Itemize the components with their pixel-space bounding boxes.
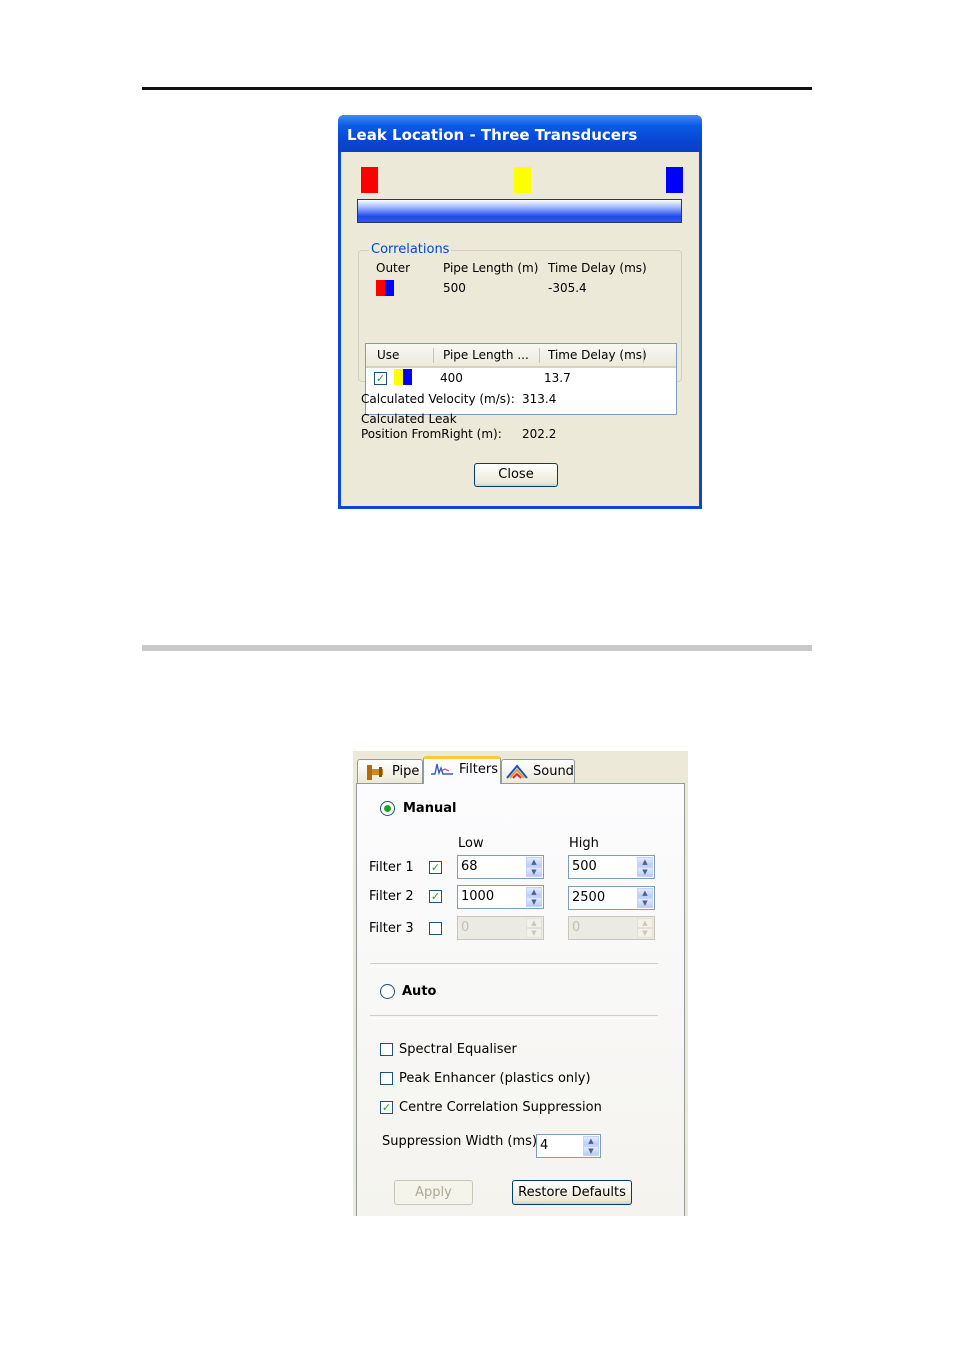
restore-defaults-button[interactable]: Restore Defaults [512, 1180, 632, 1205]
outer-time-delay: -305.4 [548, 281, 587, 295]
waveform-icon [431, 763, 453, 776]
filter-2-high-input[interactable]: 2500 ▲ ▼ [568, 886, 655, 910]
peak-enhancer-label: Peak Enhancer (plastics only) [399, 1071, 591, 1086]
top-rule [142, 87, 812, 90]
low-header: Low [458, 836, 484, 851]
filters-panel: Pipe Filters Sound Manual Low High Filte… [353, 751, 688, 1216]
column-time-delay[interactable]: Time Delay (ms) [548, 348, 647, 362]
centre-correlation-checkbox[interactable]: ✓ [380, 1101, 393, 1114]
row-time-delay: 13.7 [544, 371, 571, 385]
suppression-width-label: Suppression Width (ms) [382, 1134, 538, 1149]
filter-2-checkbox[interactable]: ✓ [429, 890, 442, 903]
filter-2-label: Filter 2 [369, 889, 414, 904]
column-use[interactable]: Use [377, 348, 399, 362]
spin-buttons[interactable]: ▲ ▼ [637, 918, 653, 938]
table-header: Use Pipe Length ... Time Delay (ms) [366, 344, 676, 368]
close-button[interactable]: Close [474, 463, 558, 487]
leak-location-dialog: Leak Location - Three Transducers Correl… [338, 115, 702, 509]
spin-buttons[interactable]: ▲ ▼ [526, 887, 542, 907]
leak-position-value: 202.2 [522, 427, 557, 441]
dialog-body: Correlations Outer Pipe Length (m) Time … [341, 152, 699, 506]
pipe-bar [357, 199, 682, 223]
filter-3-label: Filter 3 [369, 921, 414, 936]
auto-label: Auto [402, 984, 437, 999]
velocity-value: 313.4 [522, 392, 557, 406]
centre-correlation-label: Centre Correlation Suppression [399, 1100, 602, 1115]
leak-label-line1: Calculated Leak [361, 412, 457, 426]
apply-button[interactable]: Apply [394, 1180, 473, 1205]
high-header: High [569, 836, 599, 851]
separator [370, 1015, 658, 1019]
leak-label-line2: Position FromRight (m): [361, 427, 502, 441]
filter-1-checkbox[interactable]: ✓ [429, 861, 442, 874]
pipe-length-header: Pipe Length (m) [443, 261, 539, 275]
dialog-title: Leak Location - Three Transducers [338, 115, 702, 152]
outer-pipe-length: 500 [443, 281, 466, 295]
spin-buttons[interactable]: ▲ ▼ [526, 857, 542, 877]
time-delay-header: Time Delay (ms) [548, 261, 647, 275]
spin-buttons[interactable]: ▲ ▼ [637, 857, 653, 877]
filter-3-high-input[interactable]: 0 ▲ ▼ [568, 916, 655, 940]
sound-icon [506, 764, 528, 779]
separator [370, 963, 658, 967]
filters-tab-pane [356, 783, 685, 1216]
peak-enhancer-checkbox[interactable] [380, 1072, 393, 1085]
red-blue-pair-icon [376, 280, 394, 296]
tab-pipe[interactable]: Pipe [357, 759, 423, 783]
yellow-transducer-marker [514, 167, 531, 193]
tab-filters-label: Filters [459, 762, 498, 777]
spin-buttons[interactable]: ▲ ▼ [637, 888, 653, 908]
use-checkbox[interactable]: ✓ [374, 372, 387, 385]
filter-1-label: Filter 1 [369, 860, 414, 875]
correlations-legend: Correlations [369, 242, 452, 257]
filter-1-high-input[interactable]: 500 ▲ ▼ [568, 855, 655, 879]
filter-3-checkbox[interactable] [429, 922, 442, 935]
manual-radio[interactable] [380, 801, 395, 816]
filter-1-low-input[interactable]: 68 ▲ ▼ [457, 855, 544, 879]
spin-buttons[interactable]: ▲ ▼ [583, 1136, 599, 1156]
spectral-equaliser-label: Spectral Equaliser [399, 1042, 517, 1057]
red-transducer-marker [361, 167, 378, 193]
row-pipe-length: 400 [440, 371, 463, 385]
tab-sound[interactable]: Sound [501, 759, 575, 783]
column-pipe-length[interactable]: Pipe Length ... [443, 348, 529, 362]
manual-label: Manual [403, 801, 457, 816]
tab-filters[interactable]: Filters [423, 756, 501, 784]
tab-sound-label: Sound [533, 764, 574, 779]
auto-radio[interactable] [380, 984, 395, 999]
pipe-icon [367, 765, 383, 780]
section-divider [142, 645, 812, 651]
yellow-blue-pair-icon [394, 369, 412, 385]
filter-3-low-input[interactable]: 0 ▲ ▼ [457, 916, 544, 940]
outer-header: Outer [376, 261, 411, 275]
spin-buttons[interactable]: ▲ ▼ [526, 918, 542, 938]
tab-pipe-label: Pipe [392, 764, 420, 779]
blue-transducer-marker [666, 167, 683, 193]
filter-2-low-input[interactable]: 1000 ▲ ▼ [457, 885, 544, 909]
suppression-width-input[interactable]: 4 ▲ ▼ [536, 1134, 601, 1158]
velocity-label: Calculated Velocity (m/s): [361, 392, 515, 406]
spectral-equaliser-checkbox[interactable] [380, 1043, 393, 1056]
